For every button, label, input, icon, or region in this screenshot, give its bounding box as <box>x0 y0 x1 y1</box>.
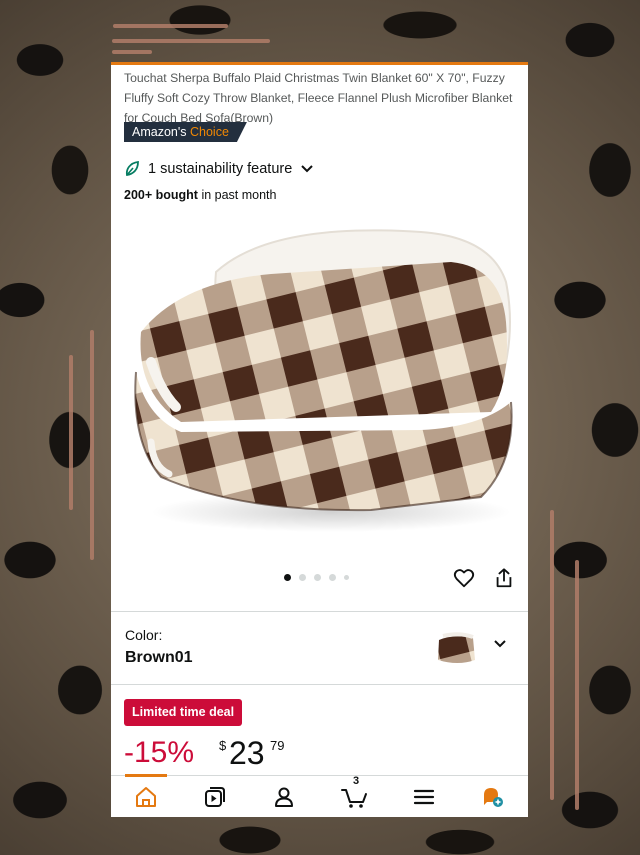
home-icon[interactable] <box>134 785 158 809</box>
decor-stroke <box>90 330 94 560</box>
price-whole: 23 <box>229 735 265 771</box>
discount-percent: -15% <box>124 736 195 769</box>
color-swatch-thumbnail[interactable] <box>433 630 479 668</box>
limited-time-deal-badge: Limited time deal <box>124 699 243 726</box>
bought-count: 200+ bought in past month <box>124 188 276 202</box>
chevron-down-icon <box>301 165 313 173</box>
top-accent-line <box>111 62 528 65</box>
leaf-icon <box>125 160 139 177</box>
heart-icon[interactable] <box>453 567 475 589</box>
price-fraction: 79 <box>270 738 285 753</box>
cart-icon[interactable] <box>341 785 369 809</box>
product-title[interactable]: Touchat Sherpa Buffalo Plaid Christmas T… <box>124 68 519 128</box>
decor-stroke <box>112 50 152 54</box>
cart-count: 3 <box>353 775 360 787</box>
decor-stroke <box>69 355 73 510</box>
color-label: Color: <box>125 627 163 643</box>
nav-active-indicator <box>125 774 167 777</box>
bought-rest: in past month <box>197 188 277 202</box>
color-value: Brown01 <box>125 649 193 666</box>
badge-accent: Choice <box>189 125 229 139</box>
gallery-dot[interactable] <box>284 574 291 581</box>
account-icon[interactable] <box>272 785 296 809</box>
video-icon[interactable] <box>203 785 227 809</box>
bought-bold: 200+ bought <box>124 188 198 202</box>
product-image[interactable] <box>121 212 521 552</box>
decor-stroke <box>113 24 228 28</box>
gallery-dot[interactable] <box>314 574 321 581</box>
product-page: Touchat Sherpa Buffalo Plaid Christmas T… <box>111 62 528 817</box>
gallery-dot[interactable] <box>329 574 336 581</box>
menu-icon[interactable] <box>412 785 436 809</box>
amazons-choice-badge[interactable]: Amazon's Choice <box>124 122 247 142</box>
gallery-dots[interactable] <box>284 574 349 581</box>
decor-stroke <box>112 39 270 43</box>
assistant-icon[interactable] <box>480 785 504 809</box>
sustainability-toggle[interactable]: 1 sustainability feature <box>124 159 314 179</box>
decor-stroke <box>575 560 579 810</box>
divider <box>111 684 528 685</box>
gallery-dot[interactable] <box>344 575 349 580</box>
sustainability-label: 1 sustainability feature <box>148 161 293 177</box>
bottom-nav: 3 <box>111 774 528 817</box>
badge-prefix: Amazon's <box>132 125 187 139</box>
chevron-down-icon[interactable] <box>493 637 507 651</box>
gallery-dot[interactable] <box>299 574 306 581</box>
share-icon[interactable] <box>493 567 515 589</box>
decor-stroke <box>550 510 554 800</box>
divider <box>111 611 528 612</box>
currency-symbol: $ <box>219 738 227 753</box>
